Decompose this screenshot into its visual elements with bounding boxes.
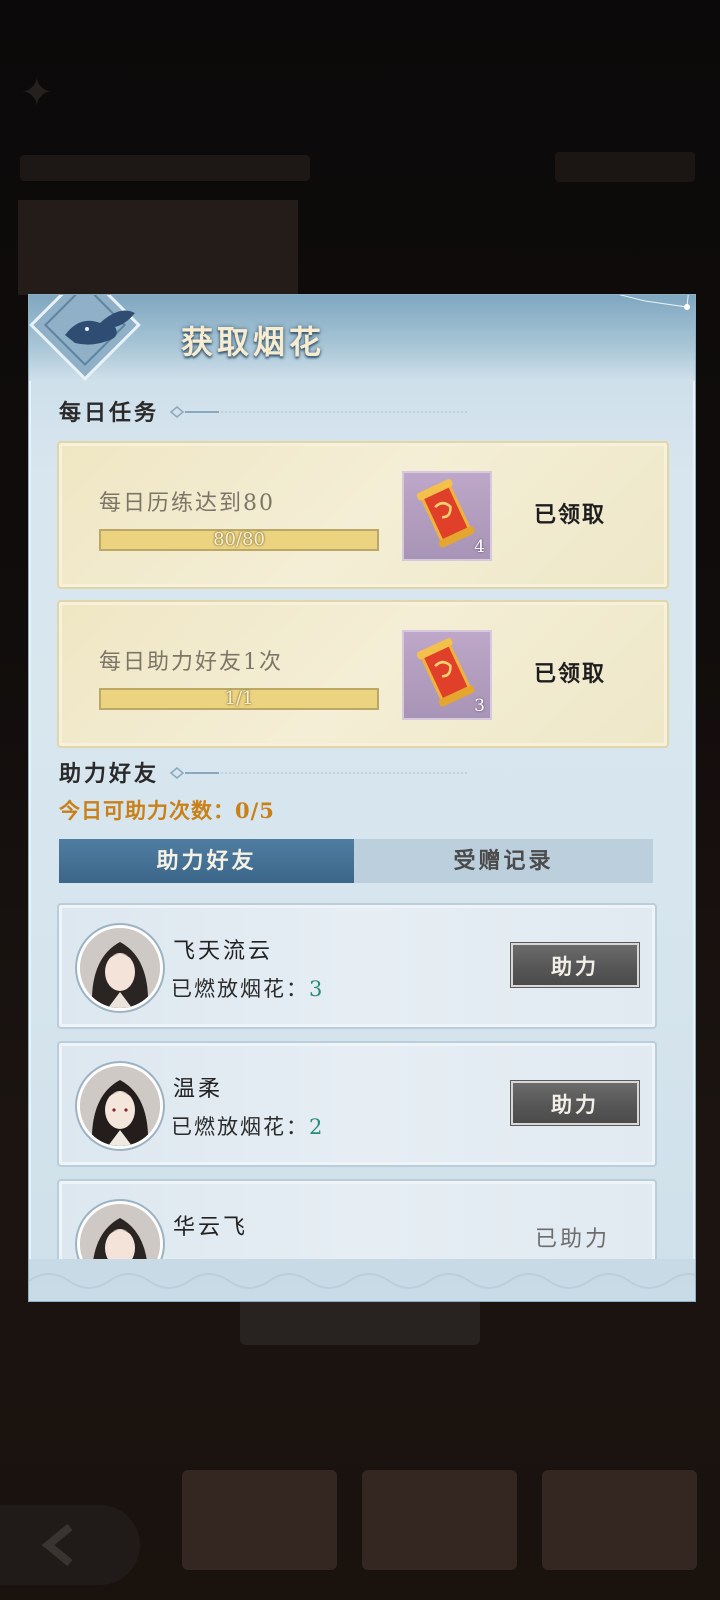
reward-count: 4	[474, 537, 485, 557]
fox-emblem-icon	[29, 295, 141, 381]
fireworks-launched: 已燃放烟花：3	[171, 973, 324, 1003]
tab-gift-records[interactable]: 受赠记录	[354, 839, 653, 883]
background-tile	[182, 1470, 337, 1570]
friend-name: 飞天流云	[173, 939, 274, 964]
cloud-pattern-decoration	[29, 1273, 695, 1289]
reward-item[interactable]: 3	[402, 630, 492, 720]
background-info-bar-right	[555, 152, 695, 182]
background-info-bar	[20, 155, 310, 181]
assist-remaining-count: 今日可助力次数：0/5	[59, 798, 275, 823]
section-divider	[169, 767, 469, 779]
section-divider	[169, 406, 469, 418]
assist-tabs: 助力好友 受赠记录	[59, 839, 653, 883]
task-progress-text: 1/1	[224, 688, 254, 709]
constellation-decoration	[618, 295, 690, 310]
get-fireworks-modal: 获取烟花 每日任务 每日历练达到80 80/80 4 已领取 每日助力好友1次 …	[28, 294, 696, 1302]
task-card: 每日助力好友1次 1/1 3 已领取	[57, 600, 669, 748]
friend-name: 温柔	[173, 1077, 224, 1102]
friend-name: 华云飞	[173, 1215, 249, 1240]
background-logo: ✦	[20, 70, 64, 116]
back-arrow-icon	[41, 1523, 73, 1567]
fireworks-count: 3	[309, 977, 325, 1001]
task-progress-text: 80/80	[213, 529, 265, 550]
friend-avatar	[77, 925, 163, 1011]
friend-avatar	[77, 1063, 163, 1149]
daily-tasks-heading: 每日任务	[59, 400, 160, 426]
fireworks-label: 已燃放烟花：	[171, 1115, 309, 1139]
background-tile	[362, 1470, 517, 1570]
fireworks-count: 2	[309, 1115, 325, 1139]
task-name: 每日助力好友1次	[99, 650, 283, 675]
fireworks-label: 已燃放烟花：	[171, 977, 309, 1001]
claimed-status: 已领取	[534, 661, 607, 687]
fireworks-launched: 已燃放烟花：2	[171, 1111, 324, 1141]
background-banner	[18, 200, 298, 295]
assist-button[interactable]: 助力	[511, 1081, 639, 1125]
character-portrait-icon	[80, 1066, 160, 1146]
assisted-status: 已助力	[535, 1227, 611, 1252]
friend-list-item: 温柔 已燃放烟花：2 助力	[57, 1041, 657, 1167]
character-portrait-icon	[80, 928, 160, 1008]
tab-assist-friends[interactable]: 助力好友	[59, 839, 354, 883]
background-back-button	[0, 1505, 140, 1585]
reward-item[interactable]: 4	[402, 471, 492, 561]
task-progress-bar: 1/1	[99, 688, 379, 710]
modal-header: 获取烟花	[29, 295, 695, 381]
reward-count: 3	[474, 696, 485, 716]
task-card: 每日历练达到80 80/80 4 已领取	[57, 441, 669, 589]
background-tile	[542, 1470, 697, 1570]
assist-friends-heading: 助力好友	[59, 761, 160, 787]
friend-list-item: 飞天流云 已燃放烟花：3 助力	[57, 903, 657, 1029]
task-name: 每日历练达到80	[99, 491, 275, 516]
modal-title: 获取烟花	[181, 323, 326, 361]
assist-button[interactable]: 助力	[511, 943, 639, 987]
claimed-status: 已领取	[534, 502, 607, 528]
task-progress-bar: 80/80	[99, 529, 379, 551]
